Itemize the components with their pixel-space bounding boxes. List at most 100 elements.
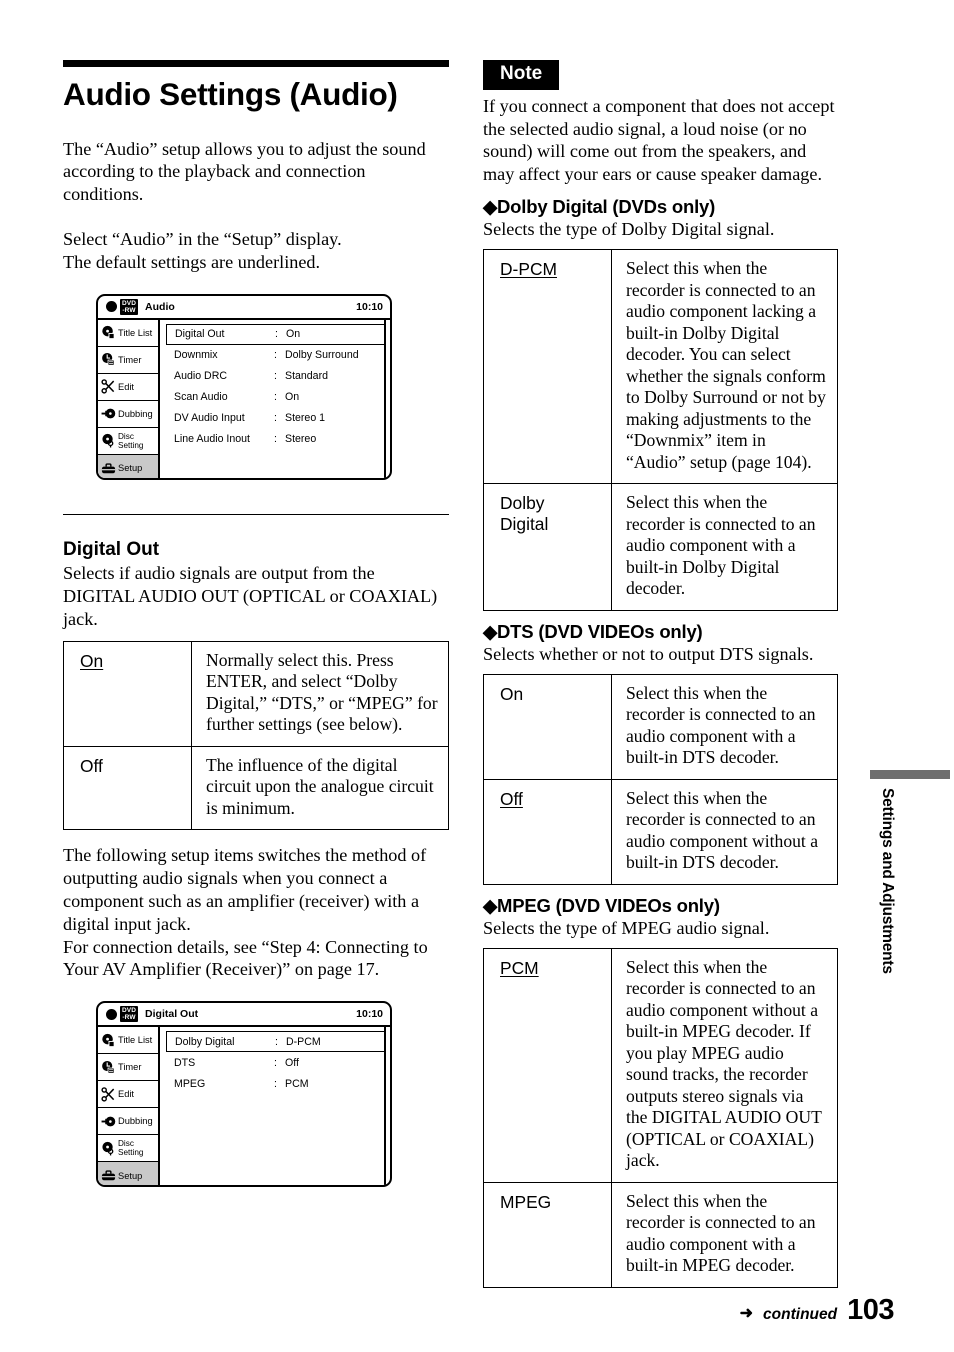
toolbox-setup-icon: [101, 1170, 116, 1181]
osd-setting-row[interactable]: Digital Out : On: [166, 323, 386, 345]
sidebar-item-dubbing[interactable]: Dubbing: [98, 1108, 158, 1136]
table-row: On Select this when the recorder is conn…: [483, 673, 838, 780]
osd-row-value: Dolby Surround: [285, 349, 359, 362]
option-cell: MPEG: [483, 1181, 612, 1288]
osd-row-label: DTS: [174, 1056, 196, 1069]
subsection-heading-mpeg: ◆MPEG (DVD VIDEOs only): [483, 894, 720, 916]
option-label: PCM: [500, 957, 539, 978]
osd-row-separator: :: [274, 370, 277, 383]
sidebar-label: Timer: [118, 1062, 142, 1073]
subsection-intro-dts: Selects whether or not to output DTS sig…: [483, 643, 814, 664]
description-cell: Select this when the recorder is connect…: [611, 249, 838, 485]
osd-row-label: MPEG: [174, 1077, 206, 1090]
dvd-rw-badge-icon: DVD -RW: [120, 298, 139, 315]
sidebar-item-title-list[interactable]: Title List: [98, 320, 158, 347]
sidebar-item-dubbing[interactable]: Dubbing: [98, 401, 158, 428]
section-intro-text: Selects if audio signals are output from…: [63, 563, 438, 630]
table-row: On Normally select this. Press ENTER, an…: [63, 640, 449, 747]
timer-clock-icon: [102, 1060, 115, 1074]
osd-row-separator: :: [275, 328, 278, 341]
option-label: D-PCM: [500, 259, 557, 280]
osd-setting-row[interactable]: MPEG : PCM: [166, 1073, 386, 1094]
description-cell: Select this when the recorder is connect…: [611, 778, 838, 885]
intro-paragraph-2: Select “Audio” in the “Setup” display. T…: [63, 229, 342, 272]
title-top-rule: [63, 60, 449, 67]
dubbing-arrow-disc-icon: [101, 408, 116, 419]
osd-right-rule: [384, 1027, 386, 1186]
osd-row-value: Off: [285, 1056, 299, 1069]
section-heading-digital-out: Digital Out: [63, 538, 160, 560]
osd-setting-row[interactable]: DTS : Off: [166, 1052, 386, 1073]
osd-header: DVD -RW Audio 10:10: [98, 296, 390, 320]
margin-section-tab: Settings and Adjustments: [870, 770, 954, 974]
page-footer: ➜ continued 103: [740, 1294, 895, 1327]
intro-paragraph-1: The “Audio” setup allows you to adjust t…: [63, 138, 426, 205]
osd-row-separator: :: [274, 433, 277, 446]
option-cell: On: [483, 673, 612, 780]
description-cell: The influence of the digital circuit upo…: [191, 745, 449, 831]
osd-setting-row[interactable]: Downmix : Dolby Surround: [166, 345, 386, 366]
manual-page: Audio Settings (Audio) The “Audio” setup…: [0, 0, 954, 1352]
option-label: Off: [500, 788, 523, 809]
sidebar-item-title-list[interactable]: Title List: [98, 1027, 158, 1055]
osd-clock: 10:10: [356, 300, 383, 313]
option-cell: PCM: [483, 947, 612, 1183]
sidebar-item-disc-setting[interactable]: Disc Setting: [98, 428, 158, 455]
option-label: Dolby Digital: [500, 493, 549, 535]
osd-row-label: Audio DRC: [174, 370, 227, 383]
osd-sidebar: Title List Timer Edit Dubbing Disc Setti…: [98, 319, 160, 478]
osd-sidebar: Title List Timer Edit Dubbing Disc Setti…: [98, 1027, 160, 1186]
osd-setting-row[interactable]: Dolby Digital : D-PCM: [166, 1031, 386, 1053]
disc-setting-icon: [102, 433, 114, 448]
option-label: MPEG: [500, 1191, 552, 1212]
scissors-edit-icon: [101, 1086, 115, 1102]
toolbox-setup-icon: [101, 463, 116, 473]
description-cell: Select this when the recorder is connect…: [611, 673, 838, 780]
description-cell: Select this when the recorder is connect…: [611, 1181, 838, 1288]
sidebar-item-setup[interactable]: Setup: [98, 454, 158, 478]
sidebar-label: Setup: [118, 463, 143, 474]
osd-screenshot-audio: DVD -RW Audio 10:10 Title List Timer Edi…: [96, 293, 392, 480]
description-cell: Select this when the recorder is connect…: [611, 947, 838, 1183]
sidebar-item-edit[interactable]: Edit: [98, 1081, 158, 1109]
osd-row-value: Standard: [285, 370, 328, 383]
description-cell: Select this when the recorder is connect…: [611, 483, 838, 611]
osd-title: Audio: [145, 300, 175, 313]
sidebar-label: Edit: [118, 381, 135, 392]
note-banner: Note: [483, 60, 560, 90]
osd-row-separator: :: [275, 1035, 278, 1048]
option-cell: D-PCM: [483, 249, 612, 485]
osd-setting-row[interactable]: Line Audio Inout : Stereo: [166, 429, 386, 450]
sidebar-item-timer[interactable]: Timer: [98, 1054, 158, 1082]
osd-row-label: Downmix: [174, 349, 218, 362]
osd-row-value: Stereo: [285, 433, 317, 446]
osd-setting-row[interactable]: Scan Audio : On: [166, 387, 386, 408]
dts-options-table: On Select this when the recorder is conn…: [483, 673, 838, 885]
sidebar-item-timer[interactable]: Timer: [98, 347, 158, 374]
osd-setting-row[interactable]: Audio DRC : Standard: [166, 366, 386, 387]
dvd-badge-line2: -RW: [122, 1014, 136, 1022]
sidebar-label: Dubbing: [118, 408, 153, 419]
osd-row-label: Digital Out: [175, 328, 225, 341]
table-row: D-PCM Select this when the recorder is c…: [483, 249, 838, 485]
osd-content: Dolby Digital : D-PCM DTS : Off MPEG : P…: [160, 1027, 390, 1186]
sidebar-label: Timer: [118, 354, 142, 365]
margin-tab-bar: [870, 770, 950, 779]
option-label: On: [500, 683, 524, 704]
subsection-intro-mpeg: Selects the type of MPEG audio signal.: [483, 917, 770, 938]
subsection-heading-dolby-digital: ◆Dolby Digital (DVDs only): [483, 196, 716, 218]
osd-row-separator: :: [274, 1077, 277, 1090]
osd-setting-row[interactable]: DV Audio Input : Stereo 1: [166, 408, 386, 429]
osd-body: Title List Timer Edit Dubbing Disc Setti…: [98, 1027, 390, 1186]
sidebar-item-edit[interactable]: Edit: [98, 374, 158, 401]
sidebar-label: Disc Setting: [118, 1139, 144, 1158]
continued-label: continued: [763, 1306, 838, 1323]
osd-right-rule: [384, 319, 386, 478]
digital-out-options-table: On Normally select this. Press ENTER, an…: [63, 640, 449, 831]
osd-row-separator: :: [274, 412, 277, 425]
option-cell: Off: [483, 778, 612, 885]
option-cell: On: [63, 640, 192, 747]
sidebar-item-disc-setting[interactable]: Disc Setting: [98, 1135, 158, 1163]
sidebar-label: Setup: [118, 1170, 143, 1181]
sidebar-item-setup[interactable]: Setup: [98, 1162, 158, 1186]
